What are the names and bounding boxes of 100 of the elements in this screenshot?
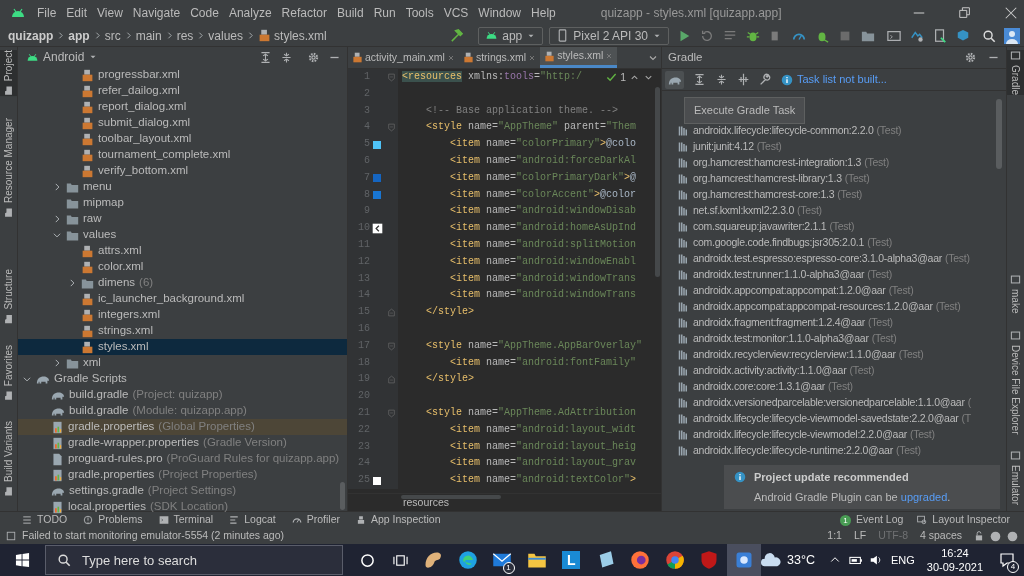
tree-item[interactable]: local.properties (SDK Location): [18, 499, 347, 515]
tree-item[interactable]: ic_launcher_background.xml: [18, 291, 347, 307]
chevron-icon[interactable]: [67, 278, 77, 288]
tree-item[interactable]: integers.xml: [18, 307, 347, 323]
tool-window-button[interactable]: Logcat: [229, 512, 276, 528]
tool-window-button[interactable]: Profiler: [291, 512, 340, 528]
run-config-dropdown[interactable]: app: [478, 26, 544, 45]
side-tab[interactable]: Project: [0, 50, 17, 97]
tree-item[interactable]: menu: [18, 179, 347, 195]
dependency-item[interactable]: androidx.lifecycle:lifecycle-viewmodel:2.2.0@aar (Test): [662, 427, 1006, 443]
tool-window-button[interactable]: TODO: [22, 512, 68, 528]
breadcrumb[interactable]: styles.xml: [258, 26, 327, 45]
expand-all-icon[interactable]: [259, 50, 272, 64]
circle-icon[interactable]: [360, 552, 375, 568]
tree-item[interactable]: color.xml: [18, 259, 347, 275]
tree-item[interactable]: styles.xml: [18, 339, 347, 355]
menubar-item[interactable]: File: [32, 3, 62, 22]
dependency-item[interactable]: androidx.appcompat:appcompat-resources:1.2.0@aar (Test): [662, 299, 1006, 315]
close-icon[interactable]: [528, 53, 537, 62]
tool-window-button[interactable]: Problems: [83, 512, 143, 528]
taskbar-app[interactable]: L: [554, 544, 589, 576]
menubar-item[interactable]: Build: [331, 3, 369, 22]
status-item[interactable]: LF: [853, 528, 867, 544]
search-icon[interactable]: [982, 28, 996, 43]
menubar-item[interactable]: Navigate: [127, 3, 186, 22]
status-item[interactable]: 1:1: [827, 528, 842, 544]
side-tab[interactable]: Build Variants: [0, 421, 17, 497]
side-tab[interactable]: make: [1007, 274, 1024, 314]
menubar-item[interactable]: Run: [368, 3, 401, 22]
panel-toggle-icon[interactable]: [6, 531, 16, 541]
drawable-preview-icon[interactable]: [371, 223, 383, 235]
device-dropdown[interactable]: Pixel 2 API 30: [549, 26, 669, 45]
scrollbar-thumb[interactable]: [340, 482, 345, 510]
editor-tab[interactable]: styles.xml: [540, 47, 618, 68]
notification-center-button[interactable]: 4: [997, 549, 1017, 571]
tree-item[interactable]: build.gradle (Project: quizapp): [18, 387, 347, 403]
dependency-item[interactable]: com.google.code.findbugs:jsr305:2.0.1 (Test): [662, 235, 1006, 251]
dependency-item[interactable]: androidx.test.espresso:espresso-core:3.1.0-alpha3@aar (Test): [662, 251, 1006, 267]
chevron-icon[interactable]: [52, 358, 62, 368]
expand-all-icon[interactable]: [693, 73, 706, 86]
restore-icon[interactable]: [958, 5, 972, 20]
sdk-icon[interactable]: [956, 28, 970, 43]
dependency-item[interactable]: androidx.appcompat:appcompat:1.2.0@aar (Test): [662, 283, 1006, 299]
tree-item[interactable]: dimens (6): [18, 275, 347, 291]
rerun-icon[interactable]: [700, 28, 714, 43]
tree-item[interactable]: submit_dialog.xml: [18, 115, 347, 131]
breadcrumb[interactable]: values: [208, 26, 244, 45]
dependency-item[interactable]: net.sf.kxml:kxml2:2.3.0 (Test): [662, 203, 1006, 219]
tree-item[interactable]: proguard-rules.pro (ProGuard Rules for quizapp.app): [18, 451, 347, 467]
view-dropdown[interactable]: Android: [26, 48, 99, 66]
toggle-icon[interactable]: [737, 73, 750, 86]
tool-window-button[interactable]: Terminal: [158, 512, 214, 528]
dependency-item[interactable]: androidx.fragment:fragment:1.2.4@aar (Test): [662, 315, 1006, 331]
tree-item[interactable]: xml: [18, 355, 347, 371]
avatar-icon[interactable]: [1004, 27, 1020, 44]
color-swatch[interactable]: [373, 190, 381, 199]
close-icon[interactable]: [1004, 5, 1018, 20]
dependency-item[interactable]: androidx.versionedparcelable:versionedparcelable:1.1.0@aar (: [662, 395, 1006, 411]
color-swatch[interactable]: [373, 174, 381, 183]
menubar-item[interactable]: View: [92, 3, 128, 22]
tree-item[interactable]: raw: [18, 211, 347, 227]
tree-item[interactable]: mipmap: [18, 195, 347, 211]
windows-start-icon[interactable]: [15, 552, 30, 568]
chevron-icon[interactable]: [52, 214, 62, 224]
breadcrumb[interactable]: src: [104, 26, 121, 45]
dependency-item[interactable]: androidx.lifecycle:lifecycle-common:2.2.0 (Test): [662, 123, 1006, 139]
tool-window-button[interactable]: 1 Event Log: [840, 512, 904, 528]
side-tab[interactable]: Favorites: [0, 344, 17, 402]
dependency-item[interactable]: androidx.activity:activity:1.1.0@aar (Test): [662, 363, 1006, 379]
wrench-icon[interactable]: [759, 73, 772, 86]
clock-date[interactable]: 30-09-2021: [926, 560, 984, 574]
dependency-item[interactable]: androidx.core:core:1.3.1@aar (Test): [662, 379, 1006, 395]
taskbar-app[interactable]: 1: [485, 544, 520, 576]
collapse-all-icon[interactable]: [715, 73, 728, 86]
settings-icon[interactable]: [307, 50, 320, 64]
tree-item[interactable]: values: [18, 227, 347, 243]
tree-item[interactable]: strings.xml: [18, 323, 347, 339]
chevron-icon[interactable]: [22, 374, 32, 384]
taskbar-app[interactable]: [726, 544, 761, 576]
dependency-item[interactable]: com.squareup:javawriter:2.1.1 (Test): [662, 219, 1006, 235]
menubar-item[interactable]: Refactor: [276, 3, 332, 22]
tree-item[interactable]: refer_dailog.xml: [18, 83, 347, 99]
search-field[interactable]: Type here to search: [45, 545, 343, 575]
breadcrumb[interactable]: res: [176, 26, 194, 45]
clock-time[interactable]: 16:24: [941, 546, 969, 560]
dependency-item[interactable]: androidx.lifecycle:lifecycle-runtime:2.2.0@aar (Test): [662, 443, 1006, 459]
tree-item[interactable]: tournament_complete.xml: [18, 147, 347, 163]
dependency-item[interactable]: org.hamcrest:hamcrest-core:1.3 (Test): [662, 187, 1006, 203]
collapse-all-icon[interactable]: [280, 50, 293, 64]
side-tab[interactable]: Gradle: [1007, 50, 1024, 95]
status-item[interactable]: 4 spaces: [919, 528, 962, 544]
color-swatch[interactable]: [373, 476, 381, 485]
tree-item[interactable]: report_dialog.xml: [18, 99, 347, 115]
side-tab[interactable]: Emulator: [1007, 450, 1024, 505]
terminal-icon[interactable]: [887, 28, 901, 43]
tool-window-button[interactable]: Layout Inspector: [917, 512, 1010, 528]
dependency-item[interactable]: org.hamcrest:hamcrest-integration:1.3 (Test): [662, 155, 1006, 171]
menubar-item[interactable]: VCS: [438, 3, 474, 22]
chevron-icon[interactable]: [52, 182, 62, 192]
menubar-item[interactable]: Analyze: [223, 3, 277, 22]
